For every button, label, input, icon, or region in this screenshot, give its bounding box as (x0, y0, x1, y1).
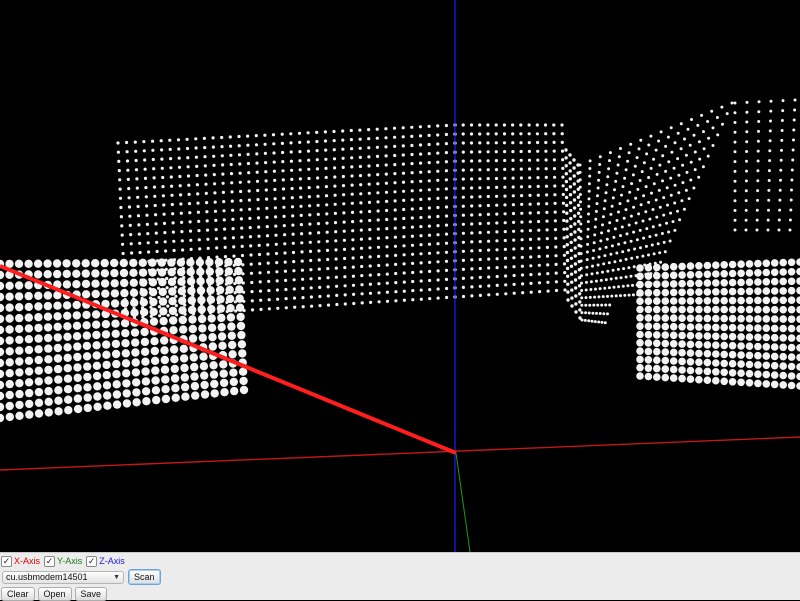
control-panel: ✓ X-Axis ✓ Y-Axis ✓ Z-Axis cu.usbmodem14… (0, 552, 800, 601)
open-button[interactable]: Open (37, 586, 72, 601)
axis-toggles: ✓ X-Axis ✓ Y-Axis ✓ Z-Axis (0, 554, 128, 568)
x-axis-toggle[interactable]: ✓ X-Axis (0, 555, 41, 567)
clear-button[interactable]: Clear (1, 586, 35, 601)
z-axis-toggle[interactable]: ✓ Z-Axis (85, 555, 125, 567)
y-axis-label: Y-Axis (57, 556, 83, 566)
serial-port-value: cu.usbmodem14501 (6, 572, 88, 582)
save-button[interactable]: Save (74, 586, 108, 601)
y-axis-toggle[interactable]: ✓ Y-Axis (43, 555, 83, 567)
x-axis-line-back (0, 436, 800, 471)
3d-point-cloud-viewport[interactable] (0, 0, 800, 552)
action-buttons: Clear Open Save (0, 586, 109, 601)
x-axis-label: X-Axis (14, 556, 41, 566)
z-axis-label: Z-Axis (99, 556, 125, 566)
y-axis-line (455, 452, 471, 552)
x-axis-checkbox[interactable]: ✓ (1, 555, 12, 567)
port-row: cu.usbmodem14501 ▼ Scan (0, 568, 161, 586)
y-axis-checkbox[interactable]: ✓ (44, 555, 56, 567)
chevron-down-icon: ▼ (113, 573, 120, 581)
serial-port-dropdown[interactable]: cu.usbmodem14501 ▼ (2, 570, 124, 584)
scan-button[interactable]: Scan (128, 569, 161, 585)
point-cloud-scene (0, 0, 800, 552)
z-axis-checkbox[interactable]: ✓ (86, 555, 98, 567)
